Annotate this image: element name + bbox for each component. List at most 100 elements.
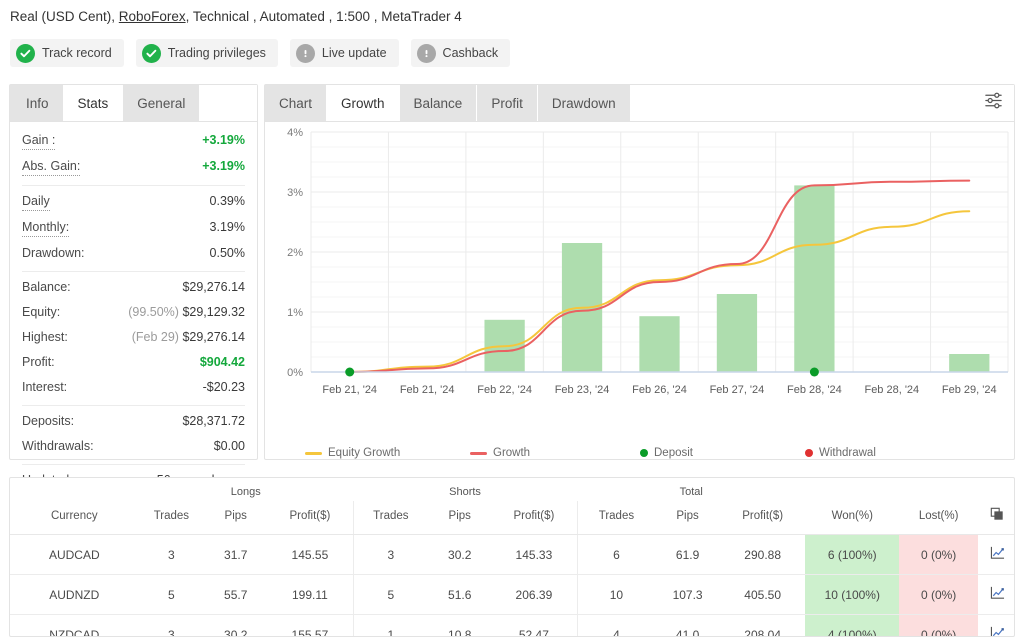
table-cell-profit: 145.55 [267, 535, 353, 575]
table-col-header[interactable]: Trades [577, 501, 655, 535]
table-col-header[interactable]: Trades [353, 501, 428, 535]
table-cell-lost: 0 (0%) [899, 575, 978, 615]
table-cell-currency: AUDCAD [10, 535, 139, 575]
table-cell-trades: 3 [139, 535, 205, 575]
tabbar-spacer [631, 85, 972, 121]
chart-legend-label: Withdrawal [819, 447, 876, 459]
chart-y-tick-label: 2% [287, 247, 303, 259]
table-cell-won: 6 (100%) [805, 535, 899, 575]
table-col-header[interactable]: Trades [139, 501, 205, 535]
table-cell-pips: 61.9 [655, 535, 720, 575]
stats-row-value: (Feb 29) $29,276.14 [132, 329, 245, 346]
stats-row-highest: Highest: (Feb 29) $29,276.14 [22, 325, 245, 350]
stats-panel: Info Stats General Gain : +3.19% Abs. Gain… [9, 84, 258, 460]
exclamation-circle-icon [296, 44, 315, 63]
stats-row-label: Interest: [22, 379, 67, 396]
table-col-header[interactable]: Lost(%) [899, 501, 978, 535]
stats-row-value: +3.19% [202, 132, 245, 149]
stats-row-label: Highest: [22, 329, 68, 346]
tab-info[interactable]: Info [10, 85, 64, 121]
page-root: Real (USD Cent), RoboForex, Technical , … [0, 0, 1024, 641]
chart-marker-deposit[interactable] [810, 368, 819, 377]
chart-settings-button[interactable] [972, 85, 1014, 121]
table-cell-profit: 52.47 [491, 615, 577, 638]
tab-balance[interactable]: Balance [400, 85, 478, 121]
chart-legend-item-equity-growth[interactable]: Equity Growth [305, 447, 400, 459]
line-chart-icon[interactable] [978, 615, 1015, 638]
chart-x-tick-label: Feb 21, '24 [322, 384, 377, 396]
tab-profit[interactable]: Profit [477, 85, 538, 121]
table-cell-trades: 5 [139, 575, 205, 615]
chart-panel: Chart Growth Balance Profit Drawdown [264, 84, 1015, 460]
table-body: AUDCAD331.7145.55330.2145.33661.9290.886… [10, 535, 1015, 638]
stats-row-value: 0.50% [210, 245, 245, 262]
status-badge-trading-privileges[interactable]: Trading privileges [136, 39, 278, 67]
table-cell-pips: 51.6 [428, 575, 491, 615]
growth-chart: 0%1%2%3%4%Feb 21, '24Feb 21, '24Feb 22, … [265, 122, 1016, 460]
stats-row-drawdown: Drawdown:0.50% [22, 241, 245, 266]
table-cell-currency: NZDCAD [10, 615, 139, 638]
chart-y-tick-label: 0% [287, 367, 303, 379]
line-chart-icon[interactable] [978, 535, 1015, 575]
tab-growth[interactable]: Growth [327, 85, 400, 121]
broker-link[interactable]: RoboForex [119, 9, 186, 24]
chart-bar[interactable] [717, 294, 757, 372]
table-row[interactable]: AUDNZD555.7199.11551.6206.3910107.3405.5… [10, 575, 1015, 615]
check-circle-icon [16, 44, 35, 63]
account-summary-line: Real (USD Cent), RoboForex, Technical , … [10, 9, 462, 24]
stats-divider [22, 405, 245, 406]
stats-row-value: -$20.23 [203, 379, 245, 396]
table-col-header[interactable]: Pips [655, 501, 720, 535]
stats-row-label[interactable]: Abs. Gain: [22, 158, 80, 176]
status-badge-track-record[interactable]: Track record [10, 39, 124, 67]
stats-row-label[interactable]: Monthly: [22, 219, 69, 237]
stats-row-label[interactable]: Gain : [22, 132, 55, 150]
stats-divider [22, 185, 245, 186]
stats-divider [22, 464, 245, 465]
chart-legend-item-growth[interactable]: Growth [470, 447, 530, 459]
chart-legend-item-deposit[interactable]: Deposit [640, 447, 693, 459]
table-col-header[interactable]: Pips [204, 501, 267, 535]
tab-drawdown[interactable]: Drawdown [538, 85, 631, 121]
chart-y-tick-label: 1% [287, 307, 303, 319]
chart-x-tick-label: Feb 27, '24 [710, 384, 765, 396]
legend-line-swatch [470, 452, 487, 455]
table-row[interactable]: AUDCAD331.7145.55330.2145.33661.9290.886… [10, 535, 1015, 575]
table-cell-currency: AUDNZD [10, 575, 139, 615]
tab-chart[interactable]: Chart [265, 85, 327, 121]
chart-x-tick-label: Feb 29, '24 [942, 384, 997, 396]
table-header-row: CurrencyTradesPipsProfit($)TradesPipsPro… [10, 501, 1015, 535]
chart-marker-deposit[interactable] [345, 368, 354, 377]
table-col-header[interactable]: Profit($) [720, 501, 806, 535]
tab-general[interactable]: General [123, 85, 200, 121]
chart-bar[interactable] [639, 316, 679, 372]
stats-row-profit: Profit:$904.42 [22, 350, 245, 375]
table-cell-pips: 10.8 [428, 615, 491, 638]
stats-row-value-prefix: (99.50%) [128, 305, 182, 319]
table-cell-profit: 145.33 [491, 535, 577, 575]
growth-chart-svg[interactable]: 0%1%2%3%4%Feb 21, '24Feb 21, '24Feb 22, … [265, 122, 1016, 447]
table-col-header[interactable]: Won(%) [805, 501, 899, 535]
chart-bar[interactable] [794, 185, 834, 372]
table-col-header[interactable]: Currency [10, 501, 139, 535]
table-cell-profit: 206.39 [491, 575, 577, 615]
stats-row-label: Profit: [22, 354, 55, 371]
group-header-won-blank [805, 478, 899, 501]
table-col-header[interactable]: Pips [428, 501, 491, 535]
copy-icon[interactable] [978, 501, 1015, 535]
line-chart-icon[interactable] [978, 575, 1015, 615]
tab-stats[interactable]: Stats [64, 85, 124, 121]
chart-bar[interactable] [949, 354, 989, 372]
status-badge-cashback[interactable]: Cashback [411, 39, 511, 67]
table-col-header[interactable]: Profit($) [267, 501, 353, 535]
table-row[interactable]: NZDCAD330.2155.57110.852.47441.0208.044 … [10, 615, 1015, 638]
stats-row-label[interactable]: Daily [22, 193, 50, 211]
stats-row-label: Equity: [22, 304, 60, 321]
status-badges: Track record Trading privileges Live upd… [10, 39, 510, 67]
table-cell-won: 4 (100%) [805, 615, 899, 638]
stats-row-equity: Equity:(99.50%) $29,129.32 [22, 300, 245, 325]
table-cell-won: 10 (100%) [805, 575, 899, 615]
table-col-header[interactable]: Profit($) [491, 501, 577, 535]
chart-legend-item-withdrawal[interactable]: Withdrawal [805, 447, 876, 459]
status-badge-live-update[interactable]: Live update [290, 39, 399, 67]
